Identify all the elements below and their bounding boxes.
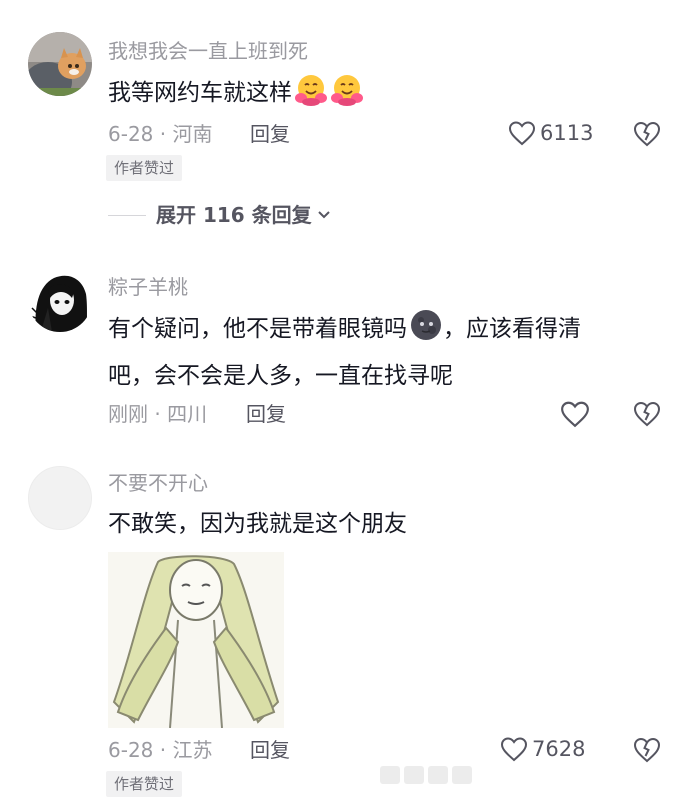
divider <box>108 214 146 216</box>
watermark <box>380 766 472 784</box>
new-moon-face-emoji <box>409 308 443 356</box>
comment-text: 我等网约车就这样 <box>108 72 668 120</box>
avatar[interactable] <box>28 466 92 530</box>
heart-icon <box>500 737 528 762</box>
avatar[interactable] <box>28 268 92 332</box>
heart-icon <box>508 121 536 146</box>
username[interactable]: 粽子羊桃 <box>108 274 188 300</box>
comment-date-location: 6-28 · 河南 <box>108 122 213 146</box>
heart-icon <box>561 401 589 428</box>
author-liked-badge: 作者赞过 <box>106 155 183 181</box>
expand-replies-button[interactable]: 展开 116 条回复 <box>108 202 332 228</box>
comment-text-content: 我等网约车就这样 <box>108 80 292 106</box>
broken-heart-icon[interactable] <box>632 400 662 428</box>
like-button[interactable]: 7628 <box>500 736 585 762</box>
like-count: 6113 <box>540 121 594 145</box>
username[interactable]: 不要不开心 <box>108 470 208 496</box>
comment-date-location: 刚刚 · 四川 <box>108 402 208 426</box>
reply-button[interactable]: 回复 <box>250 737 290 763</box>
like-button[interactable]: 6113 <box>508 120 593 146</box>
comment-text-line1: 有个疑问，他不是带着眼镜吗 <box>108 316 407 342</box>
reply-button[interactable]: 回复 <box>246 401 286 427</box>
reply-button[interactable]: 回复 <box>250 121 290 147</box>
chevron-down-icon <box>317 211 330 219</box>
broken-heart-icon[interactable] <box>632 736 662 764</box>
comment-text-line1-end: ，应该看得清 <box>443 316 581 342</box>
username[interactable]: 我想我会一直上班到死 <box>108 38 308 64</box>
comment-date-location: 6-28 · 江苏 <box>108 738 213 762</box>
like-button[interactable] <box>560 400 594 428</box>
comment-text: 有个疑问，他不是带着眼镜吗 ，应该看得清 吧，会不会是人多，一直在找寻呢 <box>108 308 668 397</box>
expand-replies-label: 展开 116 条回复 <box>156 203 312 227</box>
meme-image[interactable] <box>108 552 284 729</box>
hugging-face-emoji <box>294 72 328 120</box>
avatar[interactable] <box>28 32 92 96</box>
comment-text: 不敢笑，因为我就是这个朋友 <box>108 511 407 537</box>
hugging-face-emoji <box>330 72 364 120</box>
author-liked-badge: 作者赞过 <box>106 771 183 797</box>
like-count: 7628 <box>532 737 586 761</box>
broken-heart-icon[interactable] <box>632 120 662 148</box>
comment-text-line2: 吧，会不会是人多，一直在找寻呢 <box>108 363 453 389</box>
